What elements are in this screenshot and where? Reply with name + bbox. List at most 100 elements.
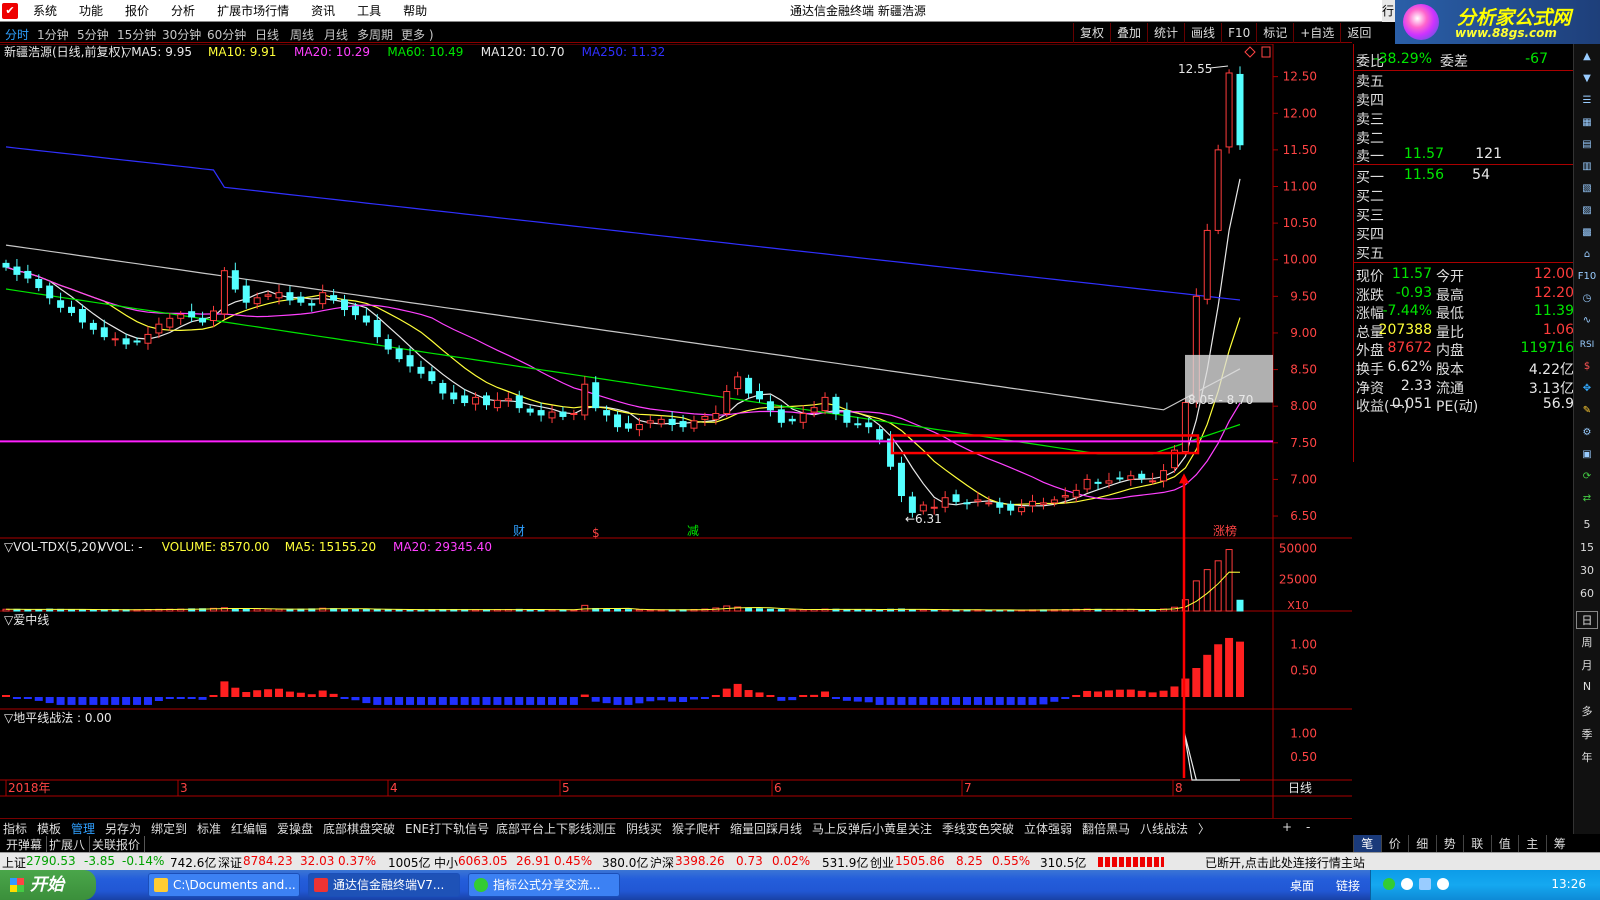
tray-network-icon[interactable] <box>1419 878 1431 890</box>
tab-main[interactable]: 主 <box>1518 835 1546 852</box>
mark-button[interactable]: 标记 <box>1256 23 1293 43</box>
limit-up-marker[interactable]: 涨榜 <box>1213 523 1237 538</box>
period-30[interactable]: 30 <box>1576 564 1598 577</box>
arrow-up-icon[interactable]: ▲ <box>1577 48 1597 66</box>
grid-icon[interactable]: ▧ <box>1577 180 1597 198</box>
tray-volume-icon[interactable] <box>1437 878 1449 890</box>
overlay-button[interactable]: 叠加 <box>1110 23 1147 43</box>
bank-icon[interactable]: ⌂ <box>1577 246 1597 264</box>
buy5-row[interactable]: 买五 <box>1356 243 1574 262</box>
period-n[interactable]: N <box>1576 680 1598 693</box>
connection-status[interactable]: 已断开,点击此处连接行情主站 <box>1205 854 1365 871</box>
f5-icon[interactable]: ▣ <box>1577 446 1597 464</box>
period-tab-1min[interactable]: 1分钟 <box>37 26 69 43</box>
task-explorer[interactable]: C:\Documents and... <box>148 873 300 897</box>
dividend-marker[interactable]: $ <box>592 526 600 540</box>
menu-item-system[interactable]: 系统 <box>22 0 68 22</box>
f10-button[interactable]: F10 <box>1221 23 1256 43</box>
period-tab-30min[interactable]: 30分钟 <box>162 26 201 43</box>
add-watchlist-button[interactable]: +自选 <box>1293 23 1340 43</box>
period-tab-60min[interactable]: 60分钟 <box>207 26 246 43</box>
dollar-icon[interactable]: $ <box>1577 358 1597 376</box>
tab-value[interactable]: 值 <box>1490 835 1519 852</box>
period-tab-timeshare[interactable]: 分时 <box>5 26 29 43</box>
extended-eight-button[interactable]: 扩展八 <box>45 836 91 853</box>
move-icon[interactable]: ✥ <box>1577 380 1597 398</box>
tab-detail[interactable]: 细 <box>1408 835 1436 852</box>
sell2-row[interactable]: 卖二 <box>1356 128 1574 147</box>
refresh-icon[interactable]: ⟳ <box>1577 468 1597 486</box>
rsi-icon[interactable]: RSI <box>1577 336 1597 354</box>
tray-app-icon[interactable] <box>1383 878 1395 890</box>
tab-price[interactable]: 价 <box>1380 835 1409 852</box>
danmaku-button[interactable]: 开弹幕 <box>2 836 48 853</box>
wave-icon[interactable]: ∿ <box>1577 312 1597 330</box>
period-week[interactable]: 周 <box>1576 634 1598 650</box>
menu-item-function[interactable]: 功能 <box>68 0 114 22</box>
tray-qq-icon[interactable] <box>1401 878 1413 890</box>
sell3-row[interactable]: 卖三 <box>1356 109 1574 128</box>
menu-item-quote[interactable]: 报价 <box>114 0 160 22</box>
date-tick-label: 5 <box>562 781 570 795</box>
period-15[interactable]: 15 <box>1576 541 1598 554</box>
desktop-toolbar[interactable]: 桌面 <box>1290 877 1314 894</box>
sell4-row[interactable]: 卖四 <box>1356 90 1574 109</box>
menu-item-help[interactable]: 帮助 <box>392 0 438 22</box>
gear-icon[interactable]: ⚙ <box>1577 424 1597 442</box>
related-quote-button[interactable]: 关联报价 <box>88 836 146 853</box>
stock-chart[interactable]: 12.50 12.00 11.50 11.00 10.50 10.00 9.50 9.00 8.… <box>0 44 1352 819</box>
menu-item-analysis[interactable]: 分析 <box>160 0 206 22</box>
period-60[interactable]: 60 <box>1576 587 1598 600</box>
period-tab-weekly[interactable]: 周线 <box>290 26 314 43</box>
add-indicator-button[interactable]: + <box>1282 820 1292 834</box>
candle-icon[interactable]: ▥ <box>1577 158 1597 176</box>
period-tab-more[interactable]: 更多 ) <box>401 26 434 43</box>
remove-indicator-button[interactable]: - <box>1306 820 1310 834</box>
menu-item-extended-market[interactable]: 扩展市场行情 <box>206 0 300 22</box>
back-button[interactable]: 返回 <box>1340 23 1377 43</box>
period-day[interactable]: 日 <box>1576 611 1598 629</box>
arrow-down-icon[interactable]: ▼ <box>1577 70 1597 88</box>
statistics-button[interactable]: 统计 <box>1147 23 1184 43</box>
task-browser[interactable]: 指标公式分享交流... <box>468 873 620 897</box>
sell1-row[interactable]: 卖一 11.57 121 <box>1356 146 1574 165</box>
period-tab-5min[interactable]: 5分钟 <box>77 26 109 43</box>
buy3-row[interactable]: 买三 <box>1356 205 1574 224</box>
task-tdx[interactable]: 通达信金融终端V7... <box>308 873 460 897</box>
period-5[interactable]: 5 <box>1576 518 1598 531</box>
list-icon[interactable]: ☰ <box>1577 92 1597 110</box>
clock-icon[interactable]: ◷ <box>1577 290 1597 308</box>
menu-item-tools[interactable]: 工具 <box>346 0 392 22</box>
tab-chips[interactable]: 筹 <box>1545 835 1574 852</box>
table-icon[interactable]: ▦ <box>1577 114 1597 132</box>
buy2-row[interactable]: 买二 <box>1356 186 1574 205</box>
period-tab-monthly[interactable]: 月线 <box>324 26 348 43</box>
period-tab-15min[interactable]: 15分钟 <box>117 26 156 43</box>
tab-trend[interactable]: 势 <box>1435 835 1464 852</box>
tab-ticks[interactable]: 笔 <box>1353 835 1381 852</box>
reduce-marker[interactable]: 减 <box>687 524 699 538</box>
draw-line-button[interactable]: 画线 <box>1184 23 1221 43</box>
pencil-icon[interactable]: ✎ <box>1577 402 1597 420</box>
links-toolbar[interactable]: 链接 <box>1336 877 1360 894</box>
finance-marker[interactable]: 财 <box>513 524 525 538</box>
sell5-row[interactable]: 卖五 <box>1356 71 1574 90</box>
f10-icon[interactable]: F10 <box>1577 268 1597 286</box>
link-icon[interactable]: ⇄ <box>1577 490 1597 508</box>
period-multi[interactable]: 多 <box>1576 703 1598 719</box>
doc-icon[interactable]: ▨ <box>1577 202 1597 220</box>
tab-linked[interactable]: 联 <box>1463 835 1491 852</box>
chart-icon[interactable]: ▤ <box>1577 136 1597 154</box>
indicator1-tick-label: 0.50 <box>1290 664 1317 678</box>
adjust-button[interactable]: 复权 <box>1073 23 1110 43</box>
period-tab-daily[interactable]: 日线 <box>255 26 279 43</box>
news-icon[interactable]: ▩ <box>1577 224 1597 242</box>
period-year[interactable]: 年 <box>1576 749 1598 765</box>
buy4-row[interactable]: 买四 <box>1356 224 1574 243</box>
buy1-row[interactable]: 买一 11.56 54 <box>1356 167 1574 186</box>
period-month[interactable]: 月 <box>1576 657 1598 673</box>
period-tab-multi[interactable]: 多周期 <box>357 26 393 43</box>
quote-tab-button[interactable]: 行 <box>1382 0 1396 22</box>
period-season[interactable]: 季 <box>1576 726 1598 742</box>
menu-item-news[interactable]: 资讯 <box>300 0 346 22</box>
